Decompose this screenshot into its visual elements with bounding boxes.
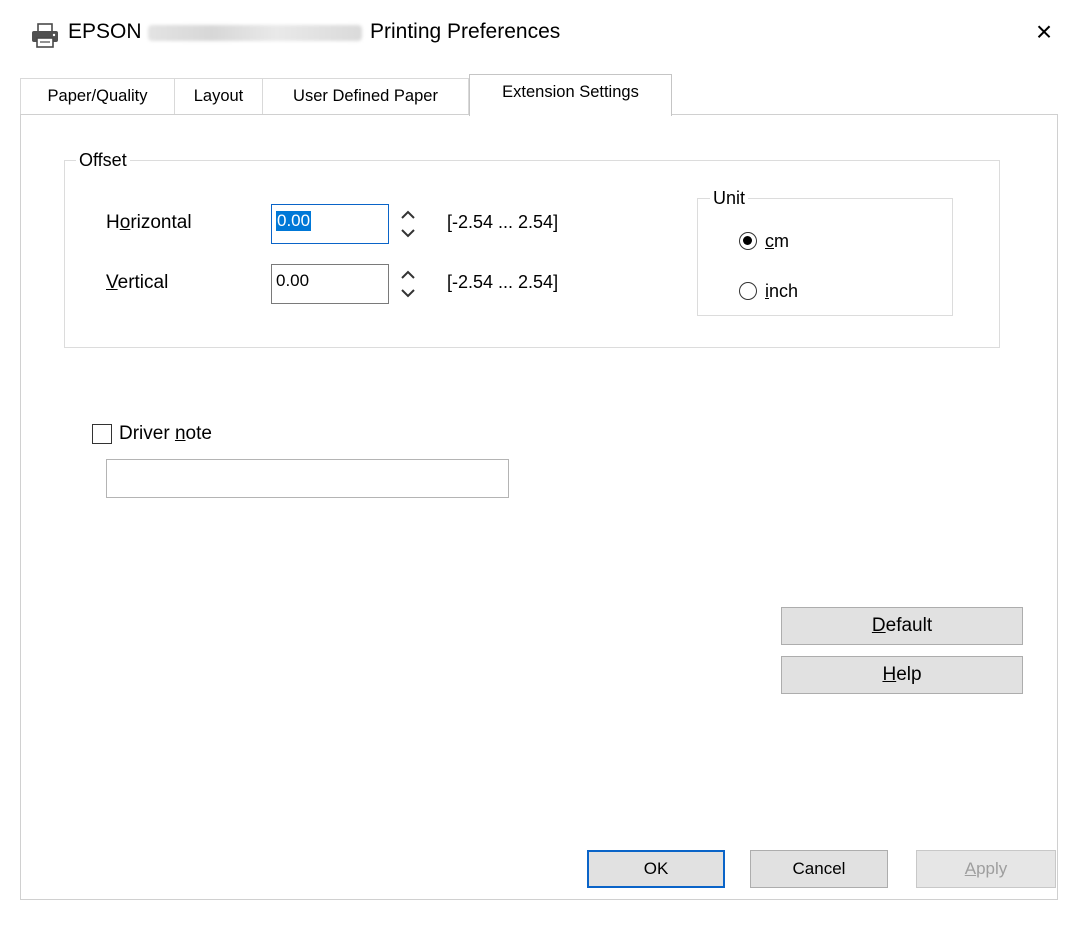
- printer-icon: [30, 22, 60, 48]
- ok-button[interactable]: OK: [587, 850, 725, 888]
- close-icon: ×: [1035, 16, 1053, 47]
- unit-cm-radio[interactable]: [739, 232, 757, 250]
- tab-user-defined-paper[interactable]: User Defined Paper: [262, 78, 469, 114]
- help-button[interactable]: Help: [781, 656, 1023, 694]
- unit-cm-label[interactable]: cm: [765, 231, 789, 252]
- close-button[interactable]: ×: [1024, 12, 1064, 52]
- driver-note-label[interactable]: Driver note: [119, 423, 212, 445]
- window-title-model-redacted: [148, 25, 362, 41]
- tab-paper-quality[interactable]: Paper/Quality: [20, 78, 175, 114]
- horizontal-offset-input[interactable]: 0.00: [271, 204, 389, 244]
- title-bar: EPSON Printing Preferences ×: [0, 0, 1066, 64]
- horizontal-spinner-icon[interactable]: [396, 204, 420, 244]
- apply-button[interactable]: Apply: [916, 850, 1056, 888]
- vertical-spinner-icon[interactable]: [396, 264, 420, 304]
- unit-group: [697, 198, 953, 316]
- vertical-range: [-2.54 ... 2.54]: [447, 272, 559, 292]
- driver-note-checkbox[interactable]: [92, 424, 112, 444]
- window-title-brand: EPSON: [68, 20, 142, 43]
- cancel-button[interactable]: Cancel: [750, 850, 888, 888]
- horizontal-range: [-2.54 ... 2.54]: [447, 212, 559, 232]
- unit-inch-label[interactable]: inch: [765, 281, 798, 302]
- unit-inch-radio[interactable]: [739, 282, 757, 300]
- vertical-label: Vertical: [106, 272, 169, 293]
- offset-group-label: Offset: [76, 150, 130, 170]
- vertical-offset-input[interactable]: 0.00: [271, 264, 389, 304]
- radio-selected-dot: [743, 236, 752, 245]
- tab-extension-settings[interactable]: Extension Settings: [469, 74, 672, 116]
- dialog-footer: [0, 900, 1066, 927]
- unit-group-label: Unit: [710, 188, 749, 208]
- driver-note-input[interactable]: [106, 459, 509, 498]
- horizontal-offset-value: 0.00: [276, 211, 312, 231]
- default-button[interactable]: Default: [781, 607, 1023, 645]
- vertical-offset-value: 0.00: [276, 271, 310, 290]
- window-title: Printing Preferences: [370, 20, 561, 43]
- horizontal-label: Horizontal: [106, 212, 192, 233]
- tab-layout[interactable]: Layout: [174, 78, 263, 114]
